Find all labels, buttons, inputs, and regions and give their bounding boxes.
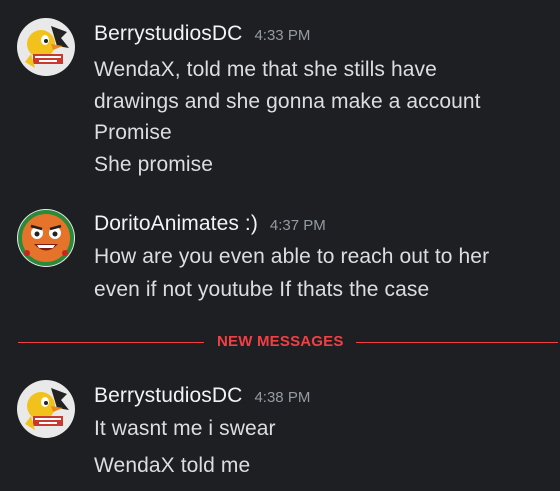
message-header: DoritoAnimates :) 4:37 PM	[94, 212, 326, 236]
timestamp: 4:37 PM	[269, 217, 326, 234]
avatar[interactable]	[17, 209, 75, 267]
message-text: drawings and she gonna make a account	[94, 90, 481, 113]
divider-line	[18, 342, 204, 343]
timestamp: 4:33 PM	[254, 27, 311, 44]
dorito-character-avatar-icon	[17, 209, 75, 267]
timestamp: 4:38 PM	[254, 389, 311, 406]
message-header: BerrystudiosDC 4:38 PM	[94, 384, 310, 408]
new-messages-label: NEW MESSAGES	[217, 333, 344, 350]
username[interactable]: BerrystudiosDC	[94, 22, 242, 46]
username[interactable]: BerrystudiosDC	[94, 384, 242, 408]
message-text: WendaX, told me that she stills have	[94, 58, 437, 81]
new-messages-divider: NEW MESSAGES	[18, 333, 558, 353]
duck-character-avatar-icon	[17, 380, 75, 438]
avatar[interactable]	[17, 380, 75, 438]
message-text: She promise	[94, 153, 213, 176]
message-text: even if not youtube If thats the case	[94, 278, 430, 301]
message-header: BerrystudiosDC 4:33 PM	[94, 22, 310, 46]
message-text: Promise	[94, 121, 172, 144]
message-text: WendaX told me	[94, 454, 251, 477]
message-text: It wasnt me i swear	[94, 417, 276, 440]
username[interactable]: DoritoAnimates :)	[94, 212, 258, 236]
message-text: How are you even able to reach out to he…	[94, 245, 490, 268]
duck-character-avatar-icon	[17, 18, 75, 76]
divider-line	[356, 342, 558, 343]
avatar[interactable]	[17, 18, 75, 76]
